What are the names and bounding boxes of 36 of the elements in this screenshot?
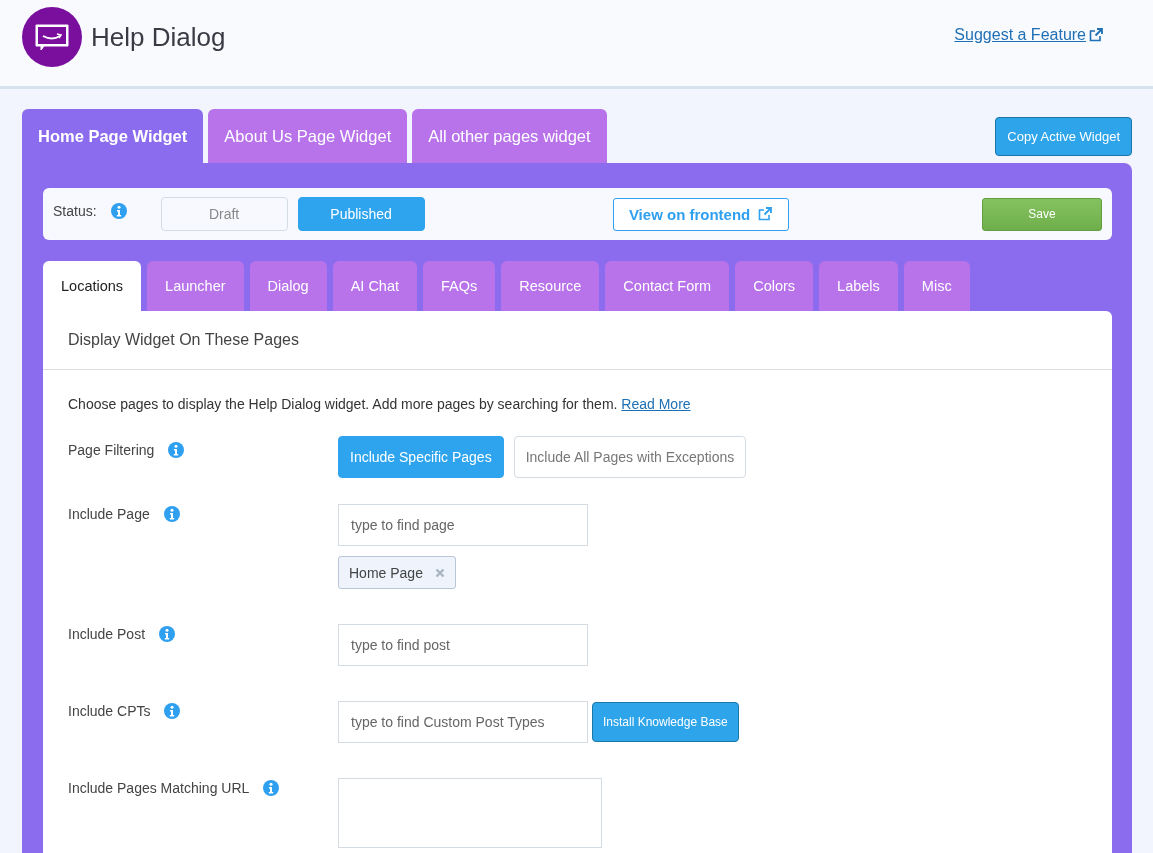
- page-tag: Home Page: [338, 556, 456, 589]
- section-tab[interactable]: Labels: [819, 261, 898, 311]
- section-tab[interactable]: Locations: [43, 261, 142, 311]
- section-tab[interactable]: Launcher: [147, 261, 244, 311]
- read-more-link[interactable]: Read More: [621, 396, 691, 412]
- app-title: Help Dialog: [91, 21, 226, 53]
- field-label: Include CPTs: [68, 703, 151, 719]
- section-tab[interactable]: Resource: [501, 261, 600, 311]
- status-option[interactable]: Published: [297, 197, 425, 231]
- suggest-feature-link[interactable]: Suggest a Feature: [954, 26, 1103, 44]
- search-field[interactable]: type to find post: [338, 624, 588, 666]
- filter-option[interactable]: Include Specific Pages: [338, 436, 504, 478]
- widget-tab[interactable]: All other pages widget: [412, 109, 607, 163]
- section-tab[interactable]: FAQs: [423, 261, 496, 311]
- save-button[interactable]: Save: [982, 197, 1102, 231]
- field-label: Include Pages Matching URL: [68, 780, 250, 796]
- section-tab[interactable]: Misc: [903, 261, 970, 311]
- section-tab[interactable]: Contact Form: [605, 261, 730, 311]
- field-label: Include Page: [68, 506, 150, 522]
- section-tab[interactable]: Dialog: [249, 261, 327, 311]
- widget-tab[interactable]: About Us Page Widget: [208, 109, 408, 163]
- copy-active-widget-button[interactable]: Copy Active Widget: [995, 117, 1132, 156]
- status-option[interactable]: Draft: [160, 197, 288, 231]
- field-label: Page Filtering: [68, 442, 155, 458]
- section-title: Display Widget On These Pages: [43, 311, 1112, 370]
- search-field[interactable]: type to find Custom Post Types: [338, 701, 588, 743]
- widget-tab[interactable]: Home Page Widget: [22, 109, 204, 163]
- section-tab[interactable]: Colors: [735, 261, 814, 311]
- view-on-frontend-button[interactable]: View on frontend: [612, 197, 789, 231]
- search-field[interactable]: type to find page: [338, 504, 588, 546]
- install-knowledge-base-button[interactable]: Install Knowledge Base: [592, 702, 739, 742]
- section-tab[interactable]: AI Chat: [332, 261, 417, 311]
- description-text: Choose pages to display the Help Dialog widget. Add more pages by searching for them. Read More: [68, 396, 692, 412]
- field-label: Include Post: [68, 626, 146, 642]
- filter-option[interactable]: Include All Pages with Exceptions: [513, 436, 747, 478]
- status-label: Status:: [53, 203, 97, 219]
